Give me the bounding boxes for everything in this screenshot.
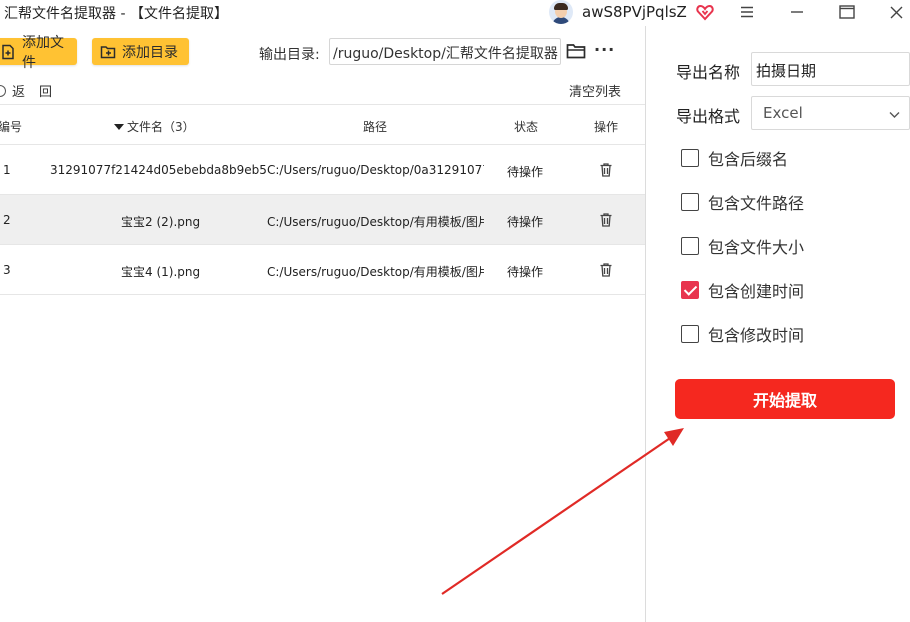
start-extract-button[interactable]: 开始提取 — [675, 379, 895, 419]
app-window: 汇帮文件名提取器 - 【文件名提取】 awS8PVjPqlsZ 添加文件 添加目… — [0, 0, 910, 622]
row-status: 待操作 — [507, 265, 544, 279]
avatar[interactable] — [549, 0, 573, 24]
back-icon — [0, 84, 6, 97]
delete-icon[interactable] — [598, 262, 614, 278]
file-list-pane: 添加文件 添加目录 输出目录: /ruguo/Desktop/汇帮文件名提取器 … — [0, 26, 645, 622]
table-row[interactable]: 3 宝宝4 (1).png C:/Users/ruguo/Desktop/有用模… — [0, 245, 645, 295]
row-no: 3 — [3, 263, 11, 277]
option-include-extension[interactable]: 包含后缀名 — [681, 146, 788, 170]
maximize-icon[interactable] — [827, 0, 867, 24]
row-status: 待操作 — [507, 215, 544, 229]
checkbox-include-modified-time[interactable] — [681, 325, 699, 343]
table-row[interactable]: 2 宝宝2 (2).png C:/Users/ruguo/Desktop/有用模… — [0, 195, 645, 245]
row-no: 1 — [3, 163, 11, 177]
row-filename: 宝宝2 (2).png — [121, 215, 201, 229]
option-include-created-time[interactable]: 包含创建时间 — [681, 278, 804, 302]
more-options-button[interactable]: ··· — [594, 40, 614, 59]
title-bar: 汇帮文件名提取器 - 【文件名提取】 awS8PVjPqlsZ — [0, 0, 910, 26]
export-name-label: 导出名称 — [676, 63, 741, 82]
clear-list-button[interactable]: 清空列表 — [569, 81, 621, 100]
row-status: 待操作 — [507, 165, 544, 179]
settings-pane: 导出名称 拍摄日期 导出格式 Excel 包含后缀名 包含文件路径 包含文件大小… — [646, 26, 910, 622]
export-format-select[interactable]: Excel — [751, 96, 910, 130]
delete-icon[interactable] — [598, 162, 614, 178]
checkbox-include-extension[interactable] — [681, 149, 699, 167]
table-row[interactable]: 1 31291077f21424d05ebebda8b9eb5.p C:/Use… — [0, 145, 645, 195]
add-folder-icon — [100, 44, 116, 60]
option-label: 包含文件大小 — [708, 238, 805, 257]
option-label: 包含文件路径 — [708, 194, 805, 213]
vip-heart-icon[interactable] — [696, 3, 714, 21]
row-path: C:/Users/ruguo/Desktop/有用模板/图片 — [267, 265, 484, 279]
add-file-button[interactable]: 添加文件 — [0, 35, 77, 71]
chevron-down-icon — [888, 107, 901, 120]
add-file-label: 添加文件 — [22, 34, 64, 71]
add-file-icon — [0, 44, 16, 60]
close-icon[interactable] — [876, 0, 910, 24]
minimize-icon[interactable] — [777, 0, 817, 24]
row-filename: 宝宝4 (1).png — [121, 265, 201, 279]
row-path: C:/Users/ruguo/Desktop/有用模板/图片 — [267, 215, 484, 229]
menu-icon[interactable] — [727, 0, 767, 24]
add-directory-button[interactable]: 添加目录 — [92, 38, 189, 65]
back-label-1: 返 — [12, 85, 26, 100]
user-area[interactable]: awS8PVjPqlsZ — [549, 0, 714, 24]
checkbox-include-created-time[interactable] — [681, 281, 699, 299]
checkbox-include-path[interactable] — [681, 193, 699, 211]
table-header: 编号 文件名（3） 路径 状态 操作 — [0, 104, 645, 145]
option-include-modified-time[interactable]: 包含修改时间 — [681, 322, 804, 346]
row-no: 2 — [3, 213, 11, 227]
option-label: 包含修改时间 — [708, 326, 805, 345]
export-format-value: Excel — [763, 104, 803, 122]
header-status: 状态 — [514, 120, 539, 134]
output-dir-label: 输出目录: — [259, 47, 320, 63]
header-no: 编号 — [0, 120, 23, 134]
delete-icon[interactable] — [598, 212, 614, 228]
row-filename: 31291077f21424d05ebebda8b9eb5.p — [50, 163, 267, 177]
file-table: 编号 文件名（3） 路径 状态 操作 1 31291077f21424d05eb… — [0, 104, 645, 295]
option-label: 包含后缀名 — [708, 150, 789, 169]
back-button[interactable]: 返 回 — [0, 81, 52, 100]
option-include-size[interactable]: 包含文件大小 — [681, 234, 804, 258]
open-folder-icon[interactable] — [566, 42, 586, 60]
sort-down-icon — [114, 124, 124, 130]
window-title: 汇帮文件名提取器 - 【文件名提取】 — [4, 6, 228, 22]
row-path: C:/Users/ruguo/Desktop/0a31291077 — [267, 163, 484, 177]
export-format-label: 导出格式 — [676, 107, 741, 126]
option-label: 包含创建时间 — [708, 282, 805, 301]
output-dir-input[interactable]: /ruguo/Desktop/汇帮文件名提取器 — [329, 38, 561, 65]
export-name-input[interactable]: 拍摄日期 — [751, 52, 910, 86]
checkbox-include-size[interactable] — [681, 237, 699, 255]
username: awS8PVjPqlsZ — [582, 3, 687, 21]
header-path: 路径 — [363, 120, 388, 134]
header-filename[interactable]: 文件名（3） — [114, 118, 195, 135]
header-operation: 操作 — [594, 120, 619, 134]
back-label-2: 回 — [39, 85, 53, 100]
add-directory-label: 添加目录 — [122, 44, 178, 61]
option-include-path[interactable]: 包含文件路径 — [681, 190, 804, 214]
